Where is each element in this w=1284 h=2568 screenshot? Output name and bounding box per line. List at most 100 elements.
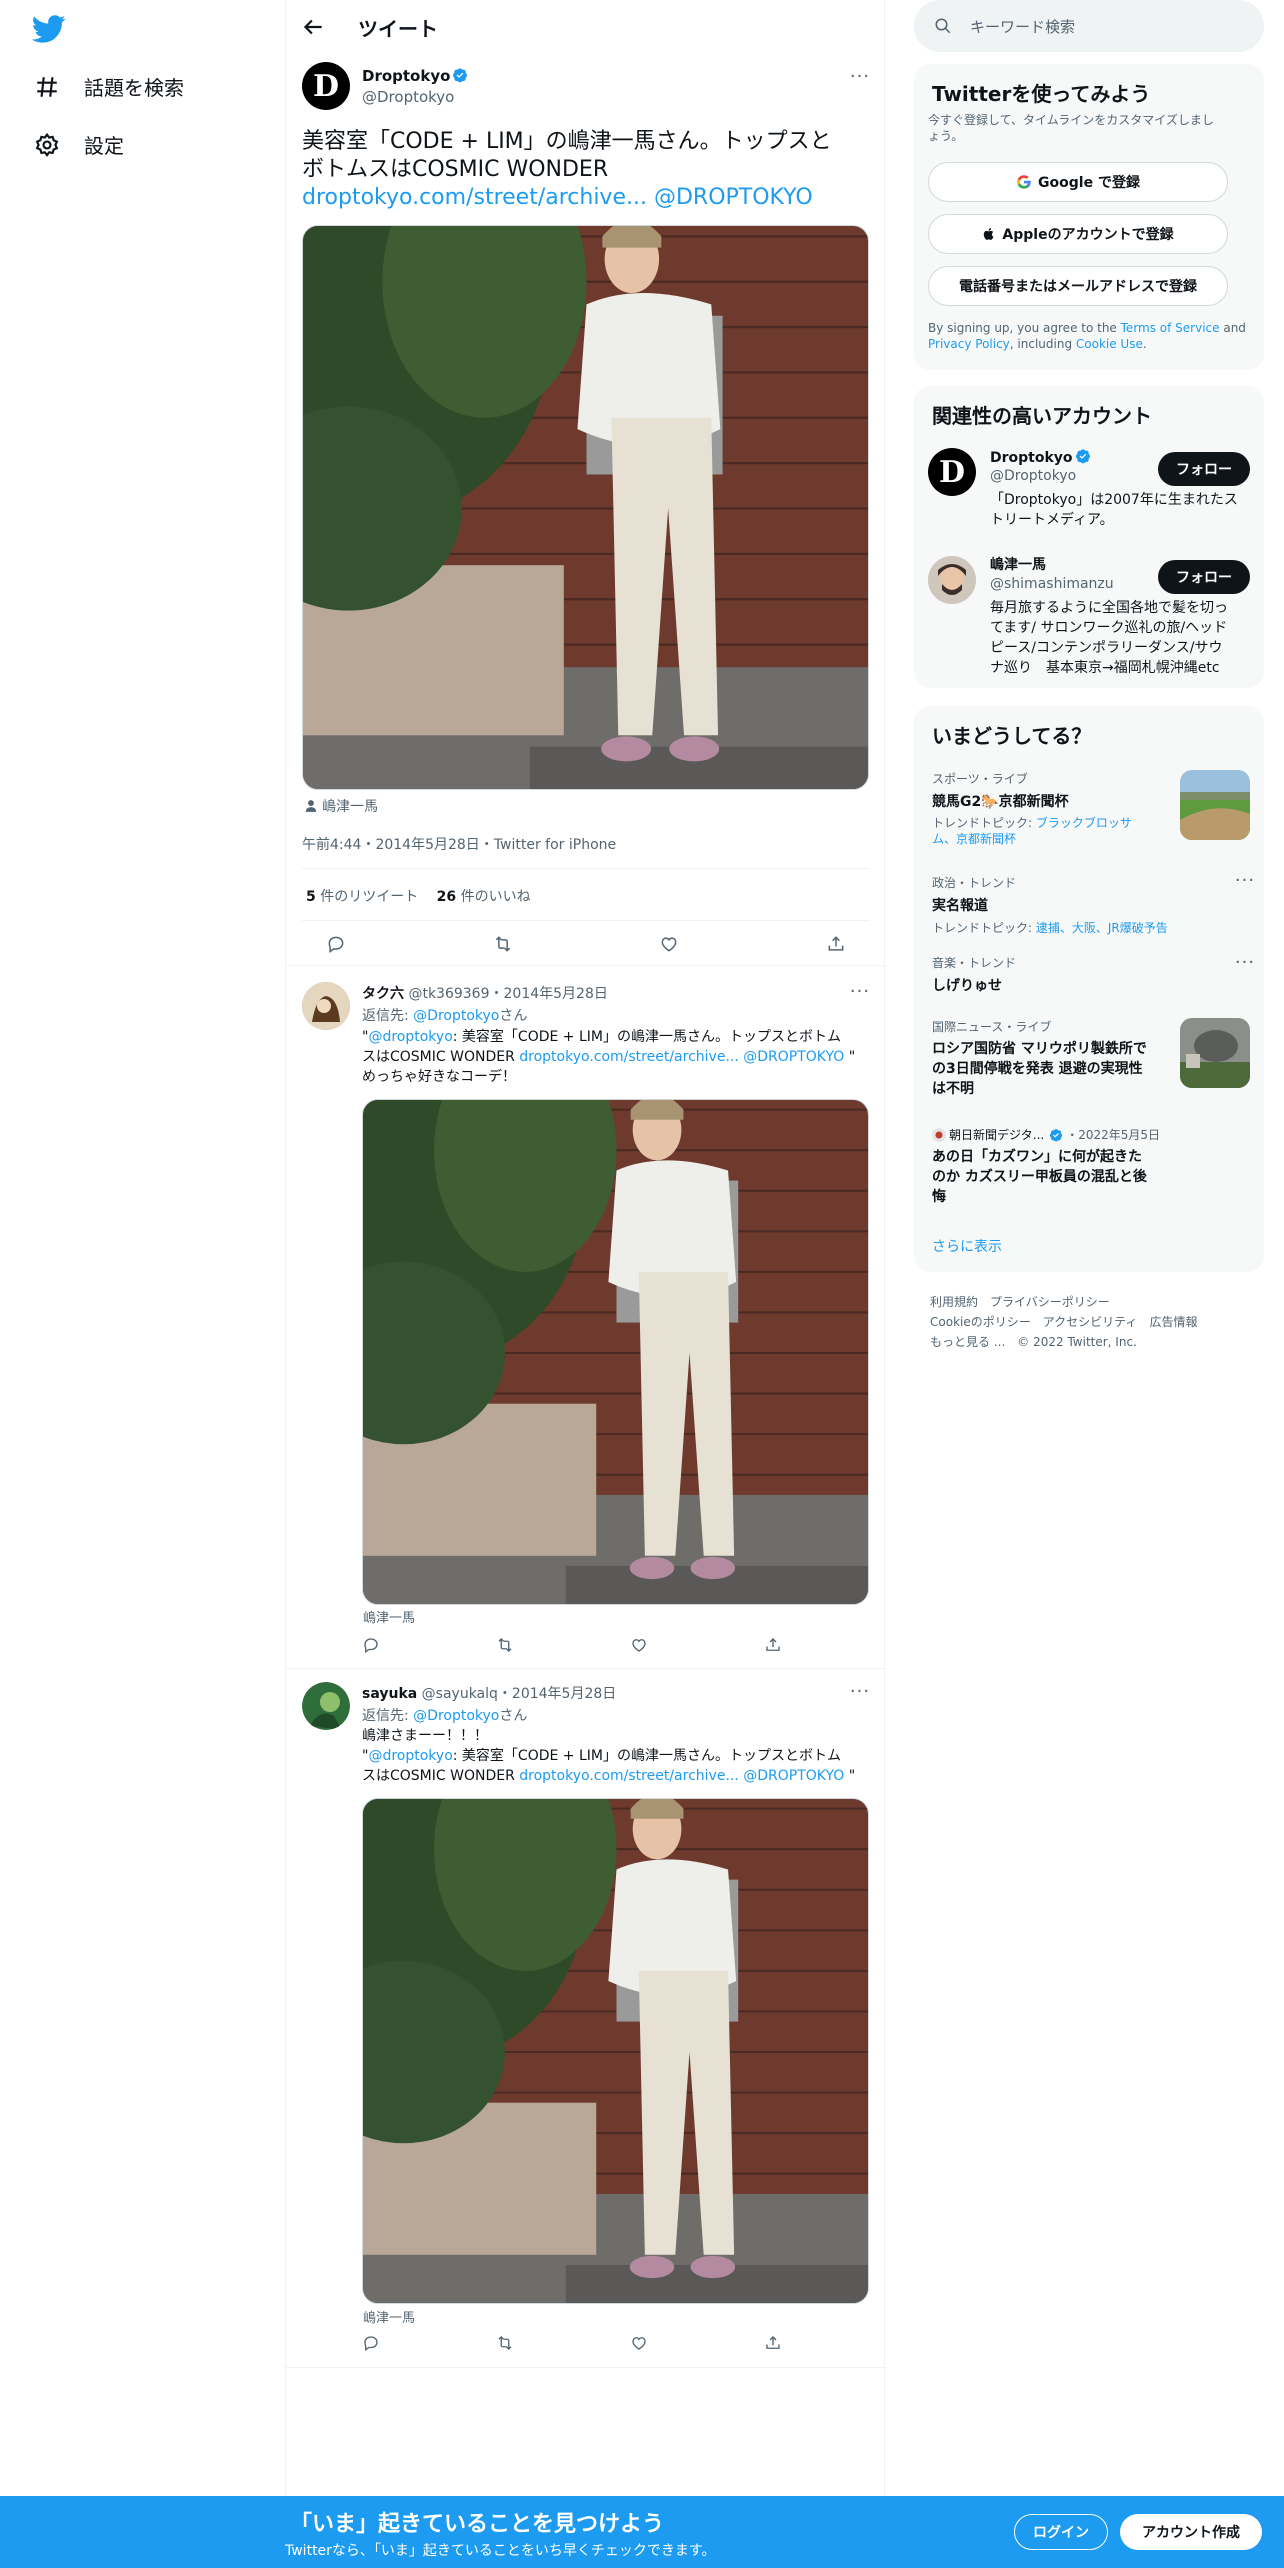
footer-link[interactable]: 利用規約 [930,1295,978,1309]
trend-item[interactable]: 音楽・トレンド しげりゅせ [932,954,1252,995]
nav-explore-label: 話題を検索 [84,76,184,100]
verified-badge-icon [1049,1128,1063,1142]
phone-email-signup-button[interactable]: 電話番号またはメールアドレスで登録 [928,266,1228,306]
related-bio: 「Droptokyo」は2007年に生まれたス トリートメディア。 [990,492,1238,528]
author-name: Droptokyo [362,67,451,85]
reply-author-name[interactable]: タク六 [362,986,404,1002]
like-icon[interactable] [630,2334,648,2352]
cookie-link[interactable]: Cookie Use [1076,337,1143,351]
more-options-icon[interactable]: ··· [1234,872,1256,896]
reply-mention-2[interactable]: @DROPTOKYO [743,1049,844,1065]
trend-title: あの日「カズワン」に何が起きた のか カズスリー甲板員の混乱と後悔 [932,1149,1147,1205]
trend-item[interactable]: 政治・トレンド 実名報道 トレンドトピック: 逮捕、大阪、JR爆破予告 [932,874,1252,936]
like-icon[interactable] [659,934,679,954]
related-handle[interactable]: @shimashimanzu [990,576,1114,592]
divider [286,1668,886,1669]
trend-thumbnail [1180,1018,1250,1088]
reply-icon[interactable] [326,934,346,954]
bottom-signup-bar: 「いま」起きていることを見つけよう Twitterなら、「いま」起きていることを… [0,2496,1284,2568]
nav-explore[interactable]: 話題を検索 [34,72,184,101]
footer-link[interactable]: Cookieのポリシー [930,1315,1031,1329]
footer-link[interactable]: アクセシビリティ [1043,1315,1138,1329]
more-options-icon[interactable]: ··· [849,983,871,1007]
signup-panel: Twitterを使ってみよう 今すぐ登録して、タイムラインをカスタマイズしましょ… [914,64,1264,370]
privacy-link[interactable]: Privacy Policy [928,337,1010,351]
related-avatar[interactable]: D [928,448,976,496]
trend-item[interactable]: 朝日新聞デジタ... ・2022年5月5日 あの日「カズワン」に何が起きた のか カ… [932,1126,1252,1207]
nav-settings[interactable]: 設定 [34,130,124,159]
search-input[interactable]: キーワード検索 [970,16,1075,37]
login-button[interactable]: ログイン [1014,2514,1108,2550]
reply-icon[interactable] [362,2334,380,2352]
related-avatar[interactable] [928,556,976,604]
more-options-icon[interactable]: ··· [849,1683,871,1707]
trend-meta: 政治・トレンド [932,876,1017,890]
apple-signup-button[interactable]: Appleのアカウントで登録 [928,214,1228,254]
reply-date[interactable]: ・2014年5月28日 [498,1686,616,1702]
reply-avatar[interactable] [302,982,350,1030]
author-avatar[interactable]: D [302,62,350,110]
terms-link[interactable]: Terms of Service [1121,321,1220,335]
retweet-icon[interactable] [496,2334,514,2352]
reply-author-handle[interactable]: @tk369369 [408,986,489,1002]
reply-date[interactable]: ・2014年5月28日 [490,986,608,1002]
page-title: ツイート [358,17,438,41]
tweet-text-line-1: 美容室「CODE + LIM」の嶋津一馬さん。トップスと [302,129,832,154]
trend-meta: 音楽・トレンド [932,956,1017,970]
hashtag-icon [37,76,57,97]
share-icon[interactable] [764,1636,782,1654]
photo-tag[interactable]: 嶋津一馬 [304,796,378,816]
like-stat[interactable]: 26 件のいいね [437,889,531,905]
reply-header: sayuka @sayukalq・2014年5月28日 [362,1683,616,1703]
show-more-link[interactable]: さらに表示 [932,1236,1002,1256]
reply-to-link[interactable]: @Droptokyo [413,1708,499,1724]
copyright: © 2022 Twitter, Inc. [1017,1335,1137,1349]
footer-more-link[interactable]: もっと見る ... [930,1335,1005,1349]
reply-photo[interactable] [362,1099,869,1605]
verified-badge-icon [1075,448,1091,464]
reply-avatar[interactable] [302,1682,350,1730]
more-options-icon[interactable]: ··· [1234,954,1256,978]
tweet-link[interactable]: droptokyo.com/street/archive... [302,185,647,210]
reply-author-name[interactable]: sayuka [362,1686,417,1702]
like-icon[interactable] [630,1636,648,1654]
retweet-icon[interactable] [496,1636,514,1654]
reply-author-handle[interactable]: @sayukalq [422,1686,498,1702]
follow-button[interactable]: フォロー [1158,560,1250,594]
bottom-subtext: Twitterなら、「いま」起きていることをいち早くチェックできます。 [285,2543,716,2559]
reply-photo-tag[interactable]: 嶋津一馬 [363,1607,415,1626]
share-icon[interactable] [764,2334,782,2352]
search-bar[interactable]: キーワード検索 [914,0,1264,52]
reply-link[interactable]: droptokyo.com/street/archive... [519,1768,739,1784]
reply-link[interactable]: droptokyo.com/street/archive... [519,1049,739,1065]
tweet-timestamp[interactable]: 午前4:44・2014年5月28日・Twitter for iPhone [302,834,616,854]
back-arrow-icon[interactable] [300,14,326,40]
related-bio: 毎月旅するように全国各地で髪を切っ てます/ サロンワーク巡礼の旅/ヘッド ピース/… [990,600,1228,676]
footer-link[interactable]: 広告情報 [1149,1315,1197,1329]
retweet-stat[interactable]: 5 件のリツイート [306,889,418,905]
follow-button[interactable]: フォロー [1158,452,1250,486]
reply-icon[interactable] [362,1636,380,1654]
related-handle[interactable]: @Droptokyo [990,468,1076,484]
retweet-icon[interactable] [493,934,513,954]
twitter-logo-icon[interactable] [32,12,66,46]
reply-to-link[interactable]: @Droptokyo [413,1008,499,1024]
reply-photo-tag[interactable]: 嶋津一馬 [363,2307,415,2326]
reply-mention[interactable]: @droptokyo [368,1029,452,1045]
tweet-photo[interactable] [302,225,869,790]
google-signup-button[interactable]: Google で登録 [928,162,1228,202]
reply-photo[interactable] [362,1798,869,2304]
footer-link[interactable]: プライバシーポリシー [990,1295,1110,1309]
trend-meta: 朝日新聞デジタ... ・2022年5月5日 [932,1126,1252,1143]
news-source-icon [932,1127,946,1142]
reply-mention[interactable]: @droptokyo [368,1748,452,1764]
share-icon[interactable] [826,934,846,954]
related-name-row[interactable]: Droptokyo [990,448,1091,466]
reply-mention-2[interactable]: @DROPTOKYO [743,1768,844,1784]
more-options-icon[interactable]: ··· [849,68,871,92]
author-name-row[interactable]: Droptokyo [362,67,468,85]
author-handle[interactable]: @Droptokyo [362,88,454,106]
tweet-mention[interactable]: @DROPTOKYO [654,185,813,210]
create-account-button[interactable]: アカウント作成 [1120,2514,1262,2550]
related-name[interactable]: 嶋津一馬 [990,554,1046,574]
